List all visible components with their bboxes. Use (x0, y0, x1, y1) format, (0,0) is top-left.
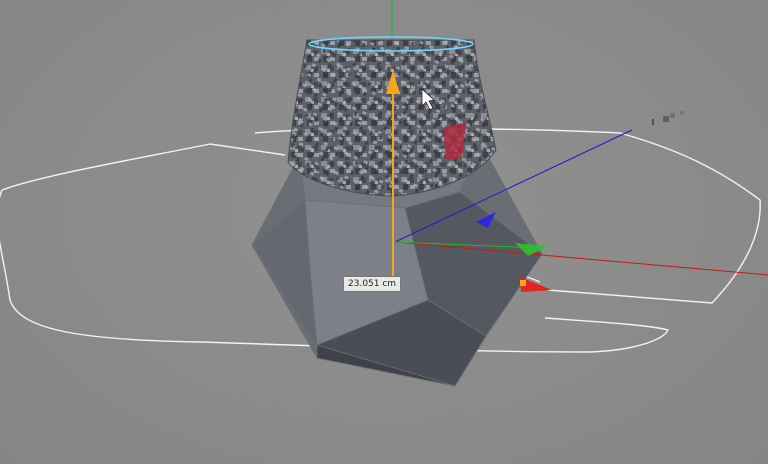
scattered-debris (652, 111, 684, 125)
viewport-canvas[interactable] (0, 0, 768, 464)
measurement-label: 23.051 cm (343, 276, 402, 292)
3d-viewport[interactable]: 23.051 cm (0, 0, 768, 464)
